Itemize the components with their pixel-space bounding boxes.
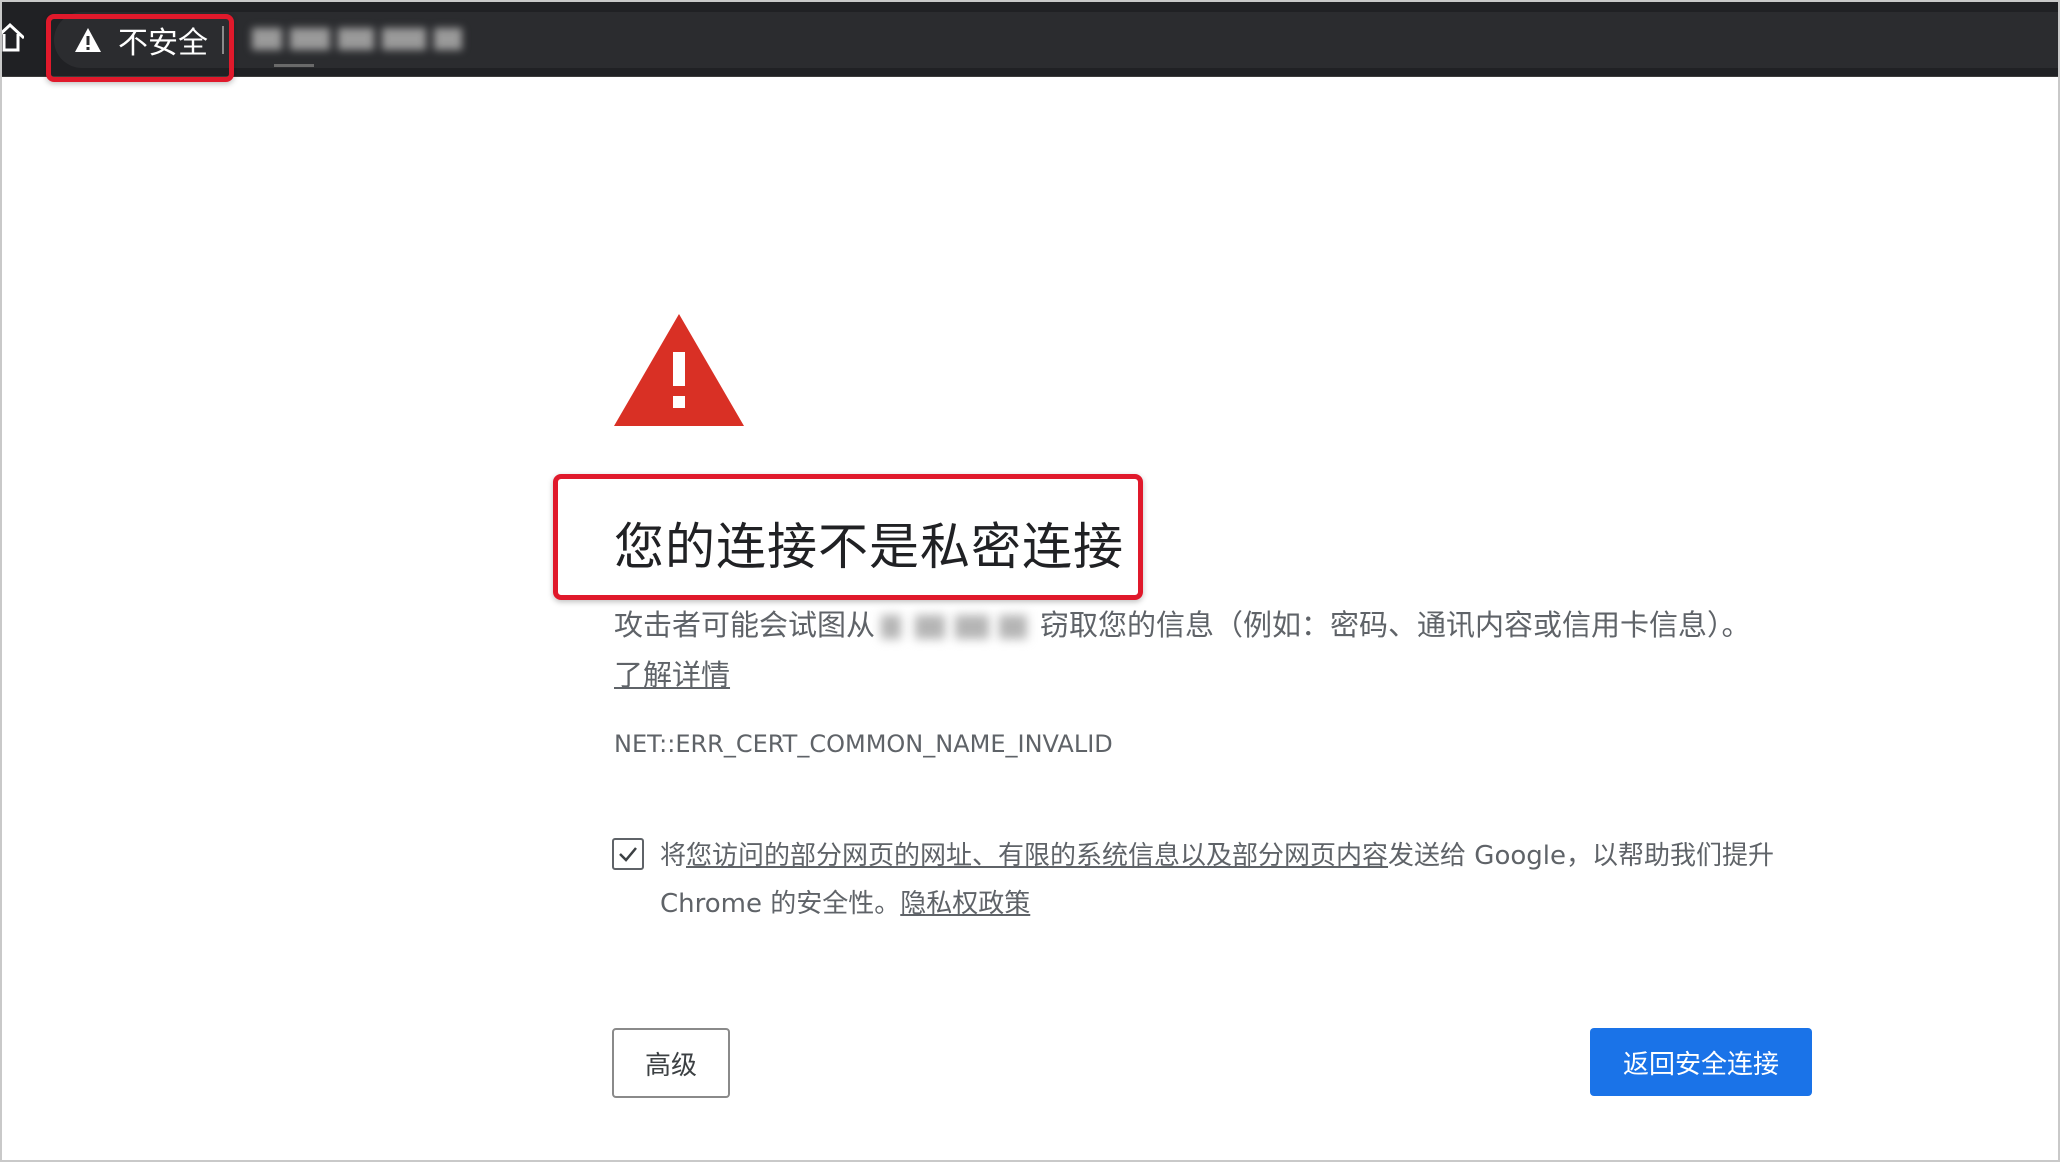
back-to-safety-button[interactable]: 返回安全连接 — [1590, 1028, 1812, 1096]
home-icon[interactable] — [2, 22, 24, 52]
description-suffix: 窃取您的信息（例如：密码、通讯内容或信用卡信息）。 — [1040, 608, 1751, 642]
url-underline — [274, 64, 314, 67]
checkmark-icon — [619, 847, 637, 862]
error-code: NET::ERR_CERT_COMMON_NAME_INVALID — [614, 730, 1113, 758]
browser-toolbar: 不安全 — [2, 2, 2058, 77]
hostname-redacted — [875, 613, 1040, 641]
warning-triangle-icon — [614, 314, 744, 426]
learn-more-link[interactable]: 了解详情 — [614, 658, 730, 692]
data-collection-link[interactable]: 您访问的部分网页的网址、有限的系统信息以及部分网页内容 — [686, 841, 1388, 871]
advanced-button[interactable]: 高级 — [612, 1028, 730, 1098]
url-text-redacted — [252, 28, 462, 52]
description-prefix: 攻击者可能会试图从 — [614, 608, 876, 642]
highlight-box-heading — [553, 474, 1143, 600]
address-bar[interactable]: 不安全 — [54, 12, 2058, 68]
optin-prefix: 将 — [660, 841, 687, 871]
highlight-box-security-chip — [46, 14, 234, 82]
optin-text: 将您访问的部分网页的网址、有限的系统信息以及部分网页内容发送给 Google，以… — [660, 832, 1800, 928]
reporting-checkbox[interactable] — [612, 838, 644, 870]
privacy-policy-link[interactable]: 隐私权政策 — [900, 889, 1030, 919]
browser-window: 不安全 您的连接不是私密连接 攻击者可能会试图从 窃取您的信息（例如：密码、通讯内… — [0, 0, 2060, 1162]
description: 攻击者可能会试图从 窃取您的信息（例如：密码、通讯内容或信用卡信息）。了解详情 — [614, 600, 1764, 700]
